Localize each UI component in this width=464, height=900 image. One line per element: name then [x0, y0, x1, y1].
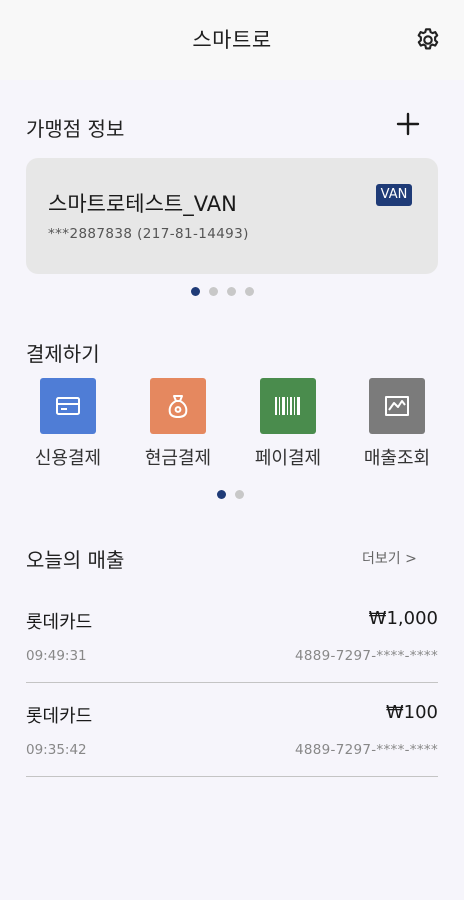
- app-header: 스마트로: [0, 0, 464, 80]
- add-merchant-plus-icon[interactable]: [394, 110, 422, 138]
- pager-dot[interactable]: [209, 287, 218, 296]
- barcode-icon: [260, 378, 316, 434]
- settings-gear-icon[interactable]: [414, 26, 442, 54]
- pay-item-label: 페이결제: [254, 448, 322, 469]
- card-number: 4889-7297-****-****: [294, 742, 438, 758]
- more-link[interactable]: 더보기 >: [362, 548, 417, 568]
- money-bag-icon: [150, 378, 206, 434]
- sale-amount: ₩1,000: [368, 608, 438, 629]
- sales-section-title: 오늘의 매출: [26, 548, 125, 572]
- pager-dot[interactable]: [227, 287, 236, 296]
- credit-payment-button[interactable]: 신용결제: [23, 378, 113, 470]
- merchant-pager[interactable]: [191, 287, 254, 296]
- card-brand: 롯데카드: [26, 612, 93, 633]
- card-brand: 롯데카드: [26, 706, 93, 727]
- credit-card-icon: [40, 378, 96, 434]
- pager-dot[interactable]: [235, 490, 244, 499]
- pay-item-label: 매출조회: [363, 448, 431, 469]
- app-title: 스마트로: [192, 28, 272, 52]
- sales-row[interactable]: 롯데카드 ₩100 09:35:42 4889-7297-****-****: [26, 684, 438, 777]
- merchant-card[interactable]: 스마트로테스트_VAN ***2887838 (217-81-14493) VA…: [26, 158, 438, 274]
- card-number: 4889-7297-****-****: [294, 648, 438, 664]
- pager-dot[interactable]: [191, 287, 200, 296]
- van-badge: VAN: [376, 184, 412, 206]
- payment-section-title: 결제하기: [26, 342, 100, 366]
- merchant-section-title: 가맹점 정보: [26, 117, 125, 141]
- payment-pager[interactable]: [217, 490, 244, 499]
- sales-row[interactable]: 롯데카드 ₩1,000 09:49:31 4889-7297-****-****: [26, 590, 438, 683]
- pay-item-label: 현금결제: [144, 448, 212, 469]
- sales-inquiry-button[interactable]: 매출조회: [352, 378, 442, 470]
- pay-item-label: 신용결제: [34, 448, 102, 469]
- sale-time: 09:35:42: [26, 742, 87, 758]
- sales-chart-icon: [369, 378, 425, 434]
- sale-time: 09:49:31: [26, 648, 87, 664]
- merchant-name: 스마트로테스트_VAN: [48, 192, 237, 216]
- pager-dot[interactable]: [245, 287, 254, 296]
- merchant-details: ***2887838 (217-81-14493): [48, 226, 249, 242]
- pager-dot[interactable]: [217, 490, 226, 499]
- sale-amount: ₩100: [385, 702, 438, 723]
- cash-payment-button[interactable]: 현금결제: [133, 378, 223, 470]
- pay-payment-button[interactable]: 페이결제: [243, 378, 333, 470]
